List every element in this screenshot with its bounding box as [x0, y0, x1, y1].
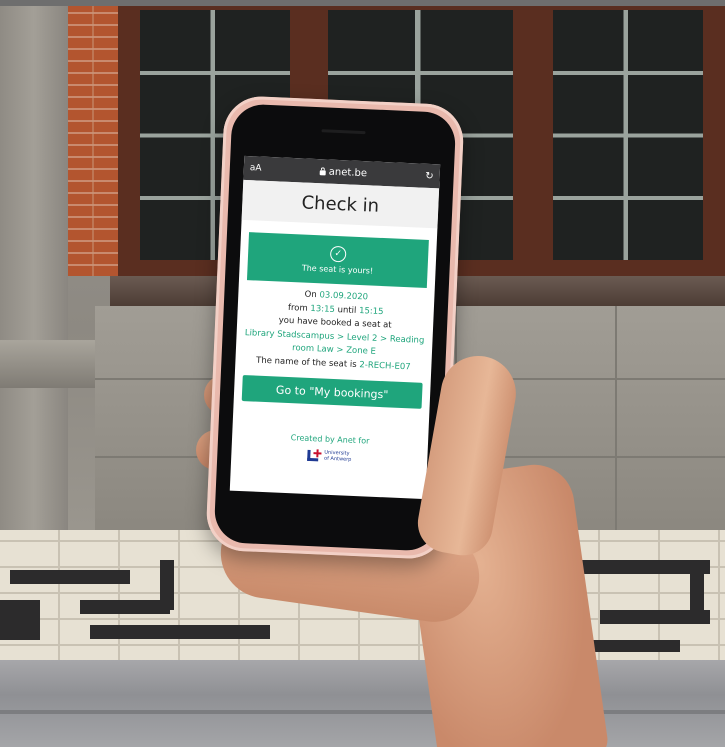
- dark-tile: [160, 560, 174, 610]
- phone-bezel: aA anet.be ↻ Check in ✓ The seat is your…: [213, 103, 457, 552]
- window-pane: [553, 10, 703, 260]
- university-logo[interactable]: University of Antwerp: [231, 445, 427, 468]
- url-field[interactable]: anet.be: [319, 166, 368, 179]
- stone-step: [0, 660, 725, 747]
- until-label: until: [337, 304, 357, 316]
- phone-screen: aA anet.be ↻ Check in ✓ The seat is your…: [229, 155, 441, 500]
- step-edge: [0, 710, 725, 714]
- from-label: from: [287, 302, 308, 314]
- university-logo-icon: [307, 448, 322, 463]
- start-time: 13:15: [310, 303, 336, 315]
- page-header: Check in: [241, 179, 440, 229]
- on-label: On: [304, 289, 317, 301]
- my-bookings-button[interactable]: Go to "My bookings": [241, 375, 423, 409]
- success-banner: ✓ The seat is yours!: [246, 232, 429, 288]
- url-text: anet.be: [328, 166, 368, 179]
- end-time: 15:15: [358, 305, 384, 317]
- dark-tile: [0, 600, 40, 640]
- phone-speaker: [321, 129, 366, 135]
- booking-details: On 03.09.2020 from 13:15 until 15:15 you…: [235, 286, 434, 375]
- seat-name: 2-RECH-E07: [359, 359, 411, 372]
- page-title: Check in: [301, 191, 380, 217]
- page-footer: Created by Anet for University of Antwer…: [231, 431, 428, 468]
- dark-tile: [80, 600, 170, 614]
- reload-icon[interactable]: ↻: [425, 170, 434, 181]
- university-name: University of Antwerp: [324, 450, 352, 463]
- check-circle-icon: ✓: [329, 245, 347, 263]
- text-size-button[interactable]: aA: [250, 163, 262, 173]
- stone-pillar: [0, 6, 68, 536]
- booking-date: 03.09.2020: [319, 290, 369, 303]
- lock-icon: [319, 169, 326, 175]
- success-message: The seat is yours!: [301, 263, 374, 276]
- dark-tile: [10, 570, 130, 584]
- brick-column: [68, 6, 118, 276]
- university-name-line2: of Antwerp: [323, 455, 352, 463]
- dark-tile: [90, 625, 270, 639]
- photo-scene: aA anet.be ↻ Check in ✓ The seat is your…: [0, 0, 725, 747]
- dark-tile: [690, 560, 704, 624]
- pillar-base: [0, 340, 95, 388]
